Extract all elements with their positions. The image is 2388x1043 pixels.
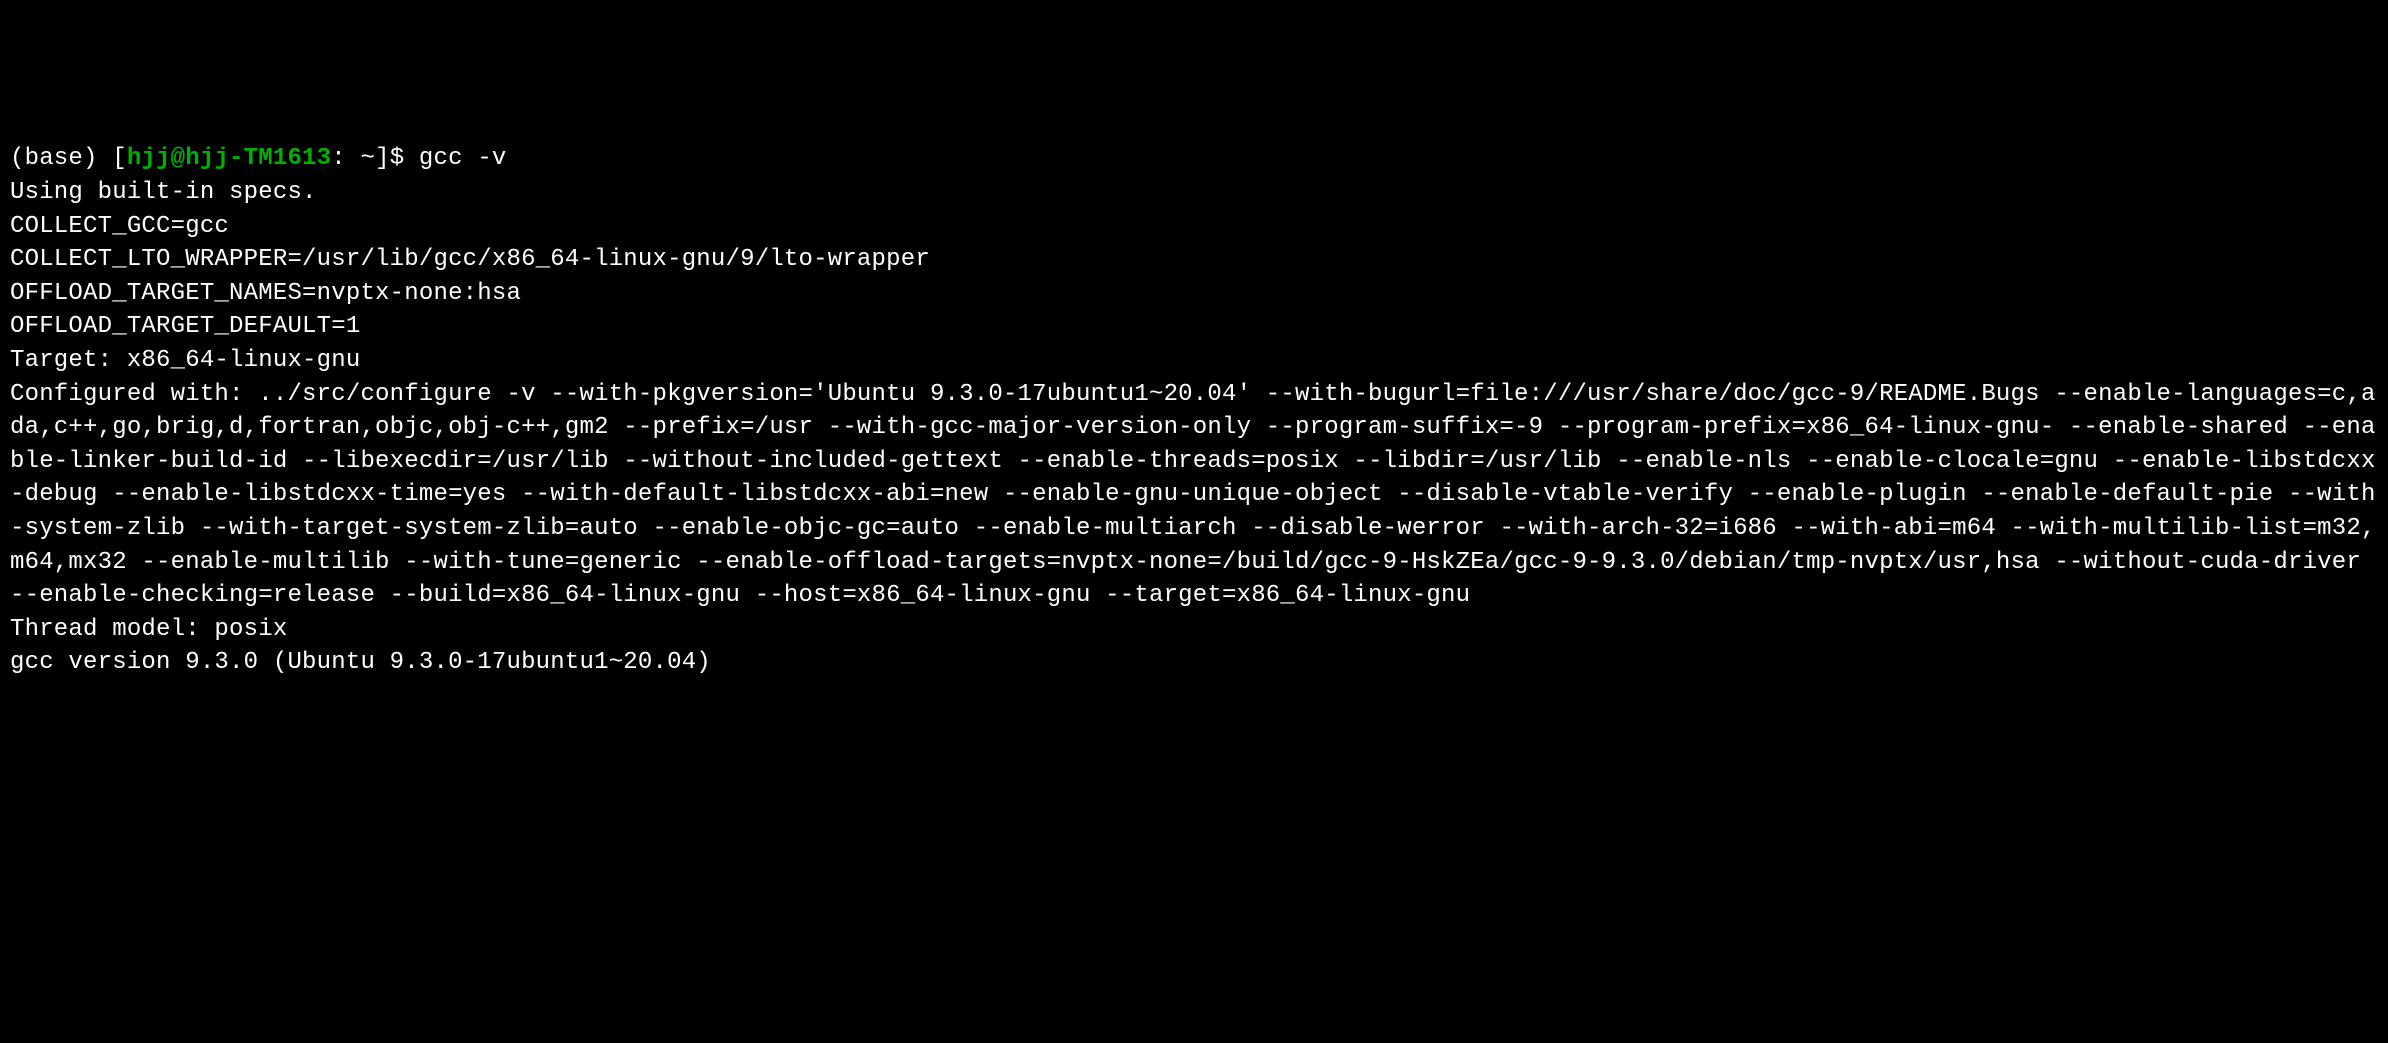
cwd: ~ bbox=[360, 145, 375, 172]
conda-env: (base) bbox=[10, 145, 112, 172]
bracket-open: [ bbox=[112, 145, 127, 172]
typed-command: gcc -v bbox=[419, 145, 507, 172]
user-host: hjj@hjj-TM1613 bbox=[127, 145, 331, 172]
shell-prompt: (base) [hjj@hjj-TM1613: ~]$ gcc -v bbox=[10, 145, 507, 172]
bracket-close: ]$ bbox=[375, 145, 419, 172]
separator: : bbox=[331, 145, 360, 172]
command-output: Using built-in specs. COLLECT_GCC=gcc CO… bbox=[10, 179, 2376, 676]
terminal-area[interactable]: (base) [hjj@hjj-TM1613: ~]$ gcc -v Using… bbox=[10, 142, 2378, 680]
